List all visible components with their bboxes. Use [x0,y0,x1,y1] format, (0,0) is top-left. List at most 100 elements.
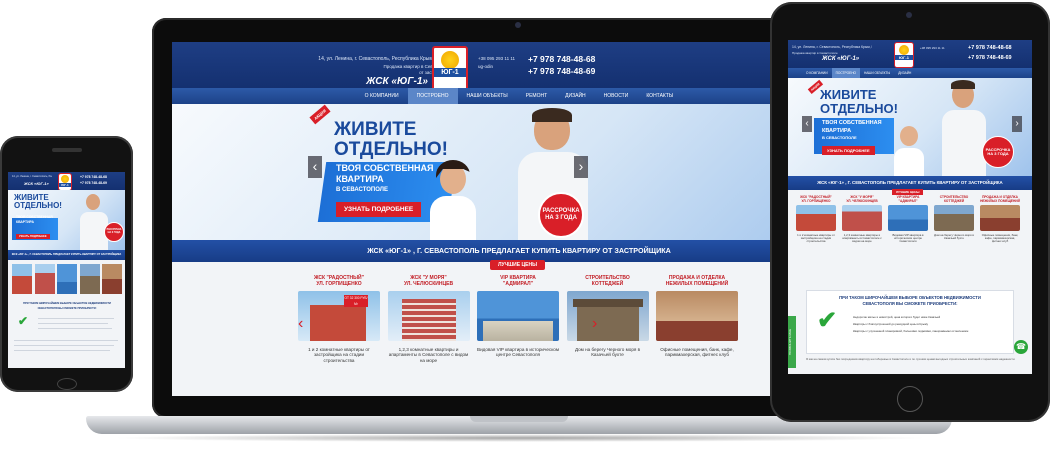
header-phone-2[interactable]: +7 978 748-48-69 [528,66,595,76]
card-description: 1,2,3 комнатные квартиры и апартаменты в… [842,233,882,244]
best-price-ribbon: ЛУЧШИЕ ЦЕНЫ [490,260,545,270]
object-card[interactable]: СТРОИТЕЛЬСТВО КОТТЕДЖЕЙ Дом на берегу Че… [566,275,649,396]
promo-band: ЖСК «ЮГ-1» , Г. СЕВАСТОПОЛЬ ПРЕДЛАГАЕТ К… [8,250,125,260]
nav-item-about[interactable]: О компании [356,88,408,104]
nav-item-repair[interactable]: Ремонт [517,88,556,104]
card-description: 1,2,3 комнатные квартиры и апартаменты в… [388,347,469,363]
feature-line [14,340,118,341]
brand-name: ЖСК «ЮГ-1» [822,56,860,62]
header-phone-1[interactable]: +7 978 748-48-68 [968,45,1012,51]
nav-item-about[interactable]: О компании [802,68,832,78]
card-image [934,205,974,232]
header-phone-1[interactable]: +7 978 748-48-68 [80,175,107,179]
card-subtitle: НЕЖИЛЫХ ПОМЕЩЕНИЙ [665,280,729,287]
website-tablet: 14, ул. Ленина, г. Севастополь, Республи… [788,40,1032,374]
hero-more-button[interactable]: УЗНАТЬ ПОДРОБНЕЕ [336,202,422,217]
phone-icon[interactable]: ☎ [1014,340,1028,354]
main-nav: О компании Построено Наши объекты Ремонт… [172,88,866,104]
site-logo[interactable]: ЮГ-1 [58,173,72,191]
header-phone-2[interactable]: +7 978 748-48-69 [80,181,107,185]
nav-item-design[interactable]: Дизайн [894,68,915,78]
object-card[interactable]: ЖСК "РАДОСТНЫЙ" УЛ. ГОРПИЩЕНКО 1 и 2 ком… [796,195,836,266]
sun-icon [441,51,459,69]
object-card[interactable]: ЖСК "РАДОСТНЫЙ" УЛ. ГОРПИЩЕНКО ОТ 32 300… [298,275,380,396]
installment-badge[interactable]: РАССРОЧКА НА 3 ГОДА [982,136,1014,168]
header-address: 14, ул. Ленина, г. Севастополь, Республи… [12,175,52,178]
nav-item-design[interactable]: Дизайн [556,88,595,104]
slider-prev-button[interactable]: ‹ [308,156,322,178]
nav-item-built[interactable]: Построено [407,88,458,104]
hero-sub-3: В СЕВАСТОПОЛЕ [822,135,857,140]
slider-next-button[interactable]: › [574,156,588,178]
card-description: Офисные помещения, банк, кафе, парикмахе… [981,233,1019,244]
hero-more-button[interactable]: УЗНАТЬ ПОДРОБНЕЕ [822,146,875,155]
header-phone-1[interactable]: +7 978 748-48-68 [528,54,595,64]
card-image [656,291,738,341]
card-description: Видовая VIP квартира в историческом цент… [477,347,559,358]
hero-more-button[interactable]: УЗНАТЬ ПОДРОБНЕЕ [16,234,50,239]
features-heading: ПРИ ТАКОМ ШИРОЧАЙШЕМ ВЫБОРЕ ОБЪЕКТОВ НЕД… [839,295,981,300]
website-mobile: 14, ул. Ленина, г. Севастополь, Республи… [8,172,125,368]
logo-text: ЮГ-1 [895,55,913,60]
nav-item-objects[interactable]: Наши объекты [458,88,517,104]
object-card[interactable]: VIP КВАРТИРА "АДМИРАЛ" Видовая VIP кварт… [888,195,928,266]
nav-item-news[interactable]: Новости [595,88,638,104]
object-card[interactable]: ПРОДАЖА И ОТДЕЛКА НЕЖИЛЫХ ПОМЕЩЕНИЙ Офис… [656,275,738,396]
header-email: +38 095 293 11 11 [920,46,945,50]
card-description: 1 и 2 комнатные квартиры от застройщика … [797,233,835,244]
laptop-notch [470,416,568,422]
site-logo[interactable]: ЮГ-1 [894,42,914,68]
nav-item-contacts[interactable]: Контакты [637,88,682,104]
object-card[interactable]: ЖСК "У МОРЯ" УЛ. ЧЕЛЮСКИНЦЕВ 1,2,3 комна… [842,195,882,266]
checkmark-icon: ✔ [817,307,838,334]
hero-man-image [78,194,108,250]
hero-title-2: ОТДЕЛЬНО! [820,101,898,116]
site-header: 14, ул. Ленина, г. Севастополь, Республи… [788,40,1032,68]
card-image [888,205,928,232]
object-card[interactable] [57,264,77,294]
card-subtitle: КОТТЕДЖЕЙ [943,198,964,203]
brand-name: ЖСК «ЮГ-1» [24,181,49,186]
object-card[interactable]: ПРОДАЖА И ОТДЕЛКА НЕЖИЛЫХ ПОМЕЩЕНИЙ Офис… [980,195,1020,266]
checkmark-icon: ✔ [18,314,29,328]
phone-home-button [57,378,77,390]
object-card[interactable] [79,264,100,294]
slider-prev-button[interactable]: ‹ [802,116,812,132]
object-card[interactable]: ЖСК "У МОРЯ" УЛ. ЧЕЛЮСКИНЦЕВ 1,2,3 комна… [387,275,470,396]
object-card[interactable]: VIP КВАРТИРА "АДМИРАЛ" Видовая VIP кварт… [477,275,559,396]
cards-prev-arrow[interactable]: ‹ [298,316,308,332]
card-subtitle: УЛ. ГОРПИЩЕНКО [801,198,831,203]
object-card[interactable] [12,264,32,294]
hero-tag: АКЦИЯ [309,104,331,125]
object-card[interactable] [102,264,122,294]
nav-item-objects[interactable]: Наши объекты [860,68,894,78]
hero-sub-1: ТВОЯ СОБСТВЕННАЯ [822,120,882,126]
feature-line [14,350,110,351]
header-phone-2[interactable]: +7 978 748-48-69 [968,55,1012,61]
object-card[interactable] [34,264,55,294]
hero-slider: ЖИВИТЕ ОТДЕЛЬНО! ТВОЯ СОБСТВЕННАЯ КВАРТИ… [8,190,125,250]
brand-name: ЖСК «ЮГ-1» [366,76,428,87]
promo-band: ЖСК «ЮГ-1» , Г. СЕВАСТОПОЛЬ ПРЕДЛАГАЕТ К… [172,240,866,262]
laptop-shadow [110,434,930,442]
laptop-camera [515,22,521,28]
features-heading: ПРИ ТАКОМ ШИРОЧАЙШЕМ ВЫБОРЕ ОБЪЕКТОВ НЕД… [23,302,111,305]
main-nav: О компании Построено Наши объекты Дизайн [788,68,1032,78]
hero-title-1: ЖИВИТЕ [820,87,877,102]
slider-next-button[interactable]: › [1012,116,1022,132]
nav-item-built[interactable]: Построено [831,68,860,78]
installment-badge[interactable]: РАССРОЧКА НА 3 ГОДА [538,192,584,238]
site-header: 14, ул. Ленина, г. Севастополь, Республи… [172,42,866,94]
site-logo[interactable]: ЮГ-1 [432,46,468,94]
tablet-screen: 14, ул. Ленина, г. Севастополь, Республи… [788,40,1032,374]
object-card[interactable]: СТРОИТЕЛЬСТВО КОТТЕДЖЕЙ Дом на берегу Че… [934,195,974,266]
logo-text: ЮГ-1 [59,183,71,187]
installment-badge[interactable]: РАССРОЧКА НА 3 ГОДА [104,222,124,242]
card-subtitle: КОТТЕДЖЕЙ [591,280,624,287]
card-image [796,205,836,232]
header-skype: ug-odin [478,64,494,69]
callback-side-tab[interactable]: ПОЗВОНИТЬ МНЕ [788,316,796,368]
hero-sub-3: В СЕВАСТОПОЛЕ [336,187,388,193]
header-tagline-2: от застройщика [419,70,452,75]
cards-next-arrow[interactable]: › [592,316,602,332]
